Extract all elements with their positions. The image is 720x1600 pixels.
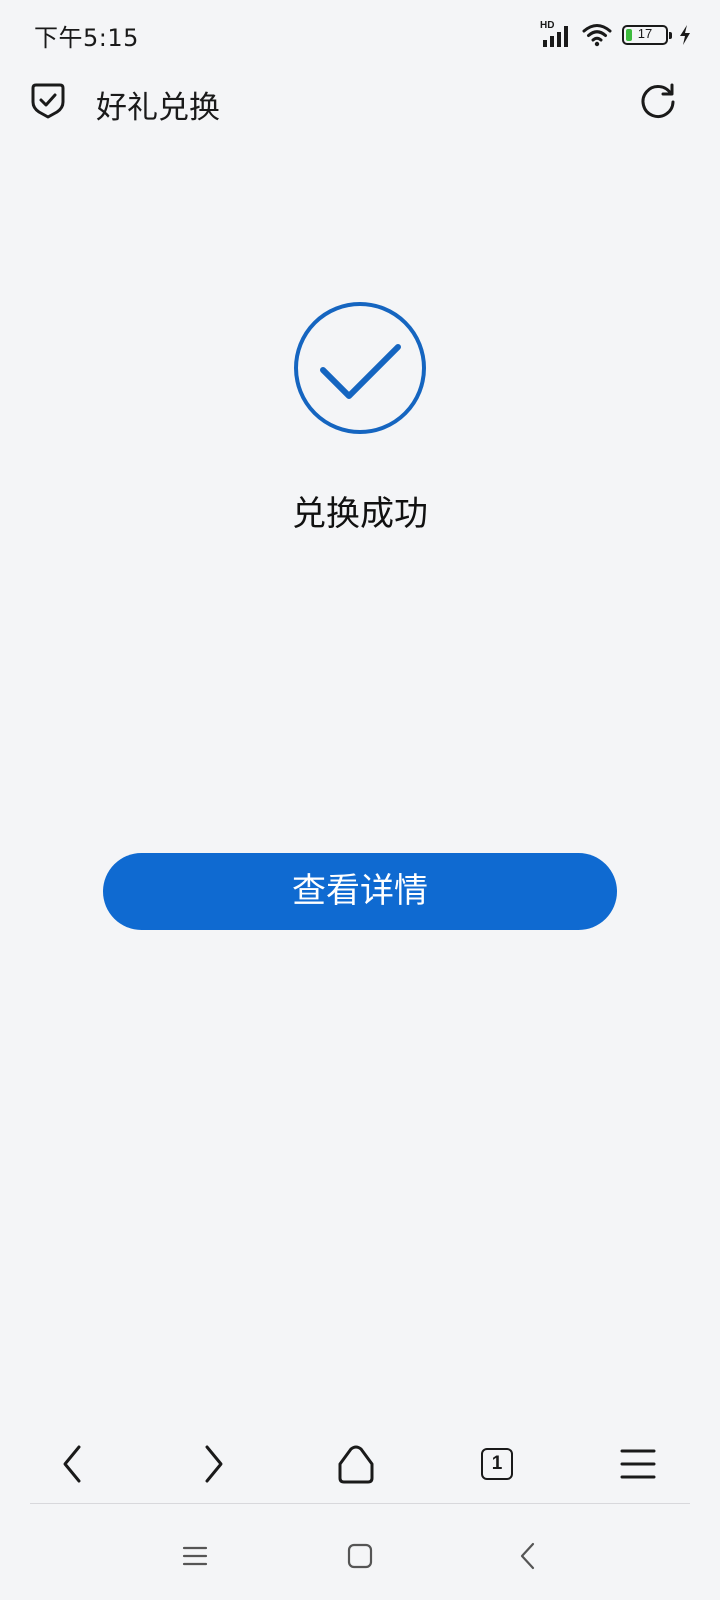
home-button[interactable]	[326, 1434, 386, 1494]
charging-icon	[680, 25, 690, 45]
system-home-button[interactable]	[338, 1534, 382, 1578]
view-details-button[interactable]: 查看详情	[103, 853, 617, 930]
home-icon	[338, 1445, 374, 1484]
page: 下午5:15 HD 17 好礼兑换 兑换成功 查看详情 1	[0, 0, 720, 1600]
recents-icon	[182, 1546, 208, 1566]
browser-toolbar: 1	[0, 1420, 720, 1510]
toolbar-divider	[30, 1503, 690, 1504]
menu-button[interactable]	[608, 1434, 668, 1494]
forward-icon	[205, 1445, 223, 1483]
tabs-button[interactable]: 1	[467, 1434, 527, 1494]
system-nav-bar	[0, 1520, 720, 1590]
system-back-button[interactable]	[506, 1534, 550, 1578]
status-bar: 下午5:15 HD 17	[0, 0, 720, 68]
back-icon	[520, 1542, 535, 1570]
battery-icon: 17	[622, 25, 672, 45]
status-icons: HD 17	[540, 20, 692, 50]
shield-check-icon[interactable]	[28, 80, 68, 120]
recents-button[interactable]	[173, 1534, 217, 1578]
back-icon	[63, 1445, 81, 1483]
app-header: 好礼兑换	[0, 70, 720, 136]
battery-level: 17	[637, 26, 653, 41]
page-title: 好礼兑换	[96, 90, 220, 126]
home-icon	[347, 1543, 373, 1569]
tabs-icon: 1	[481, 1448, 513, 1480]
tab-count: 1	[491, 1453, 503, 1474]
hd-signal-icon: HD	[540, 20, 572, 48]
success-message: 兑换成功	[292, 494, 428, 534]
success-check-icon	[294, 302, 426, 434]
forward-button[interactable]	[184, 1434, 244, 1494]
refresh-icon[interactable]	[638, 80, 678, 120]
back-button[interactable]	[42, 1434, 102, 1494]
status-time: 下午5:15	[34, 24, 139, 52]
wifi-icon	[582, 24, 612, 47]
menu-icon	[620, 1449, 656, 1479]
